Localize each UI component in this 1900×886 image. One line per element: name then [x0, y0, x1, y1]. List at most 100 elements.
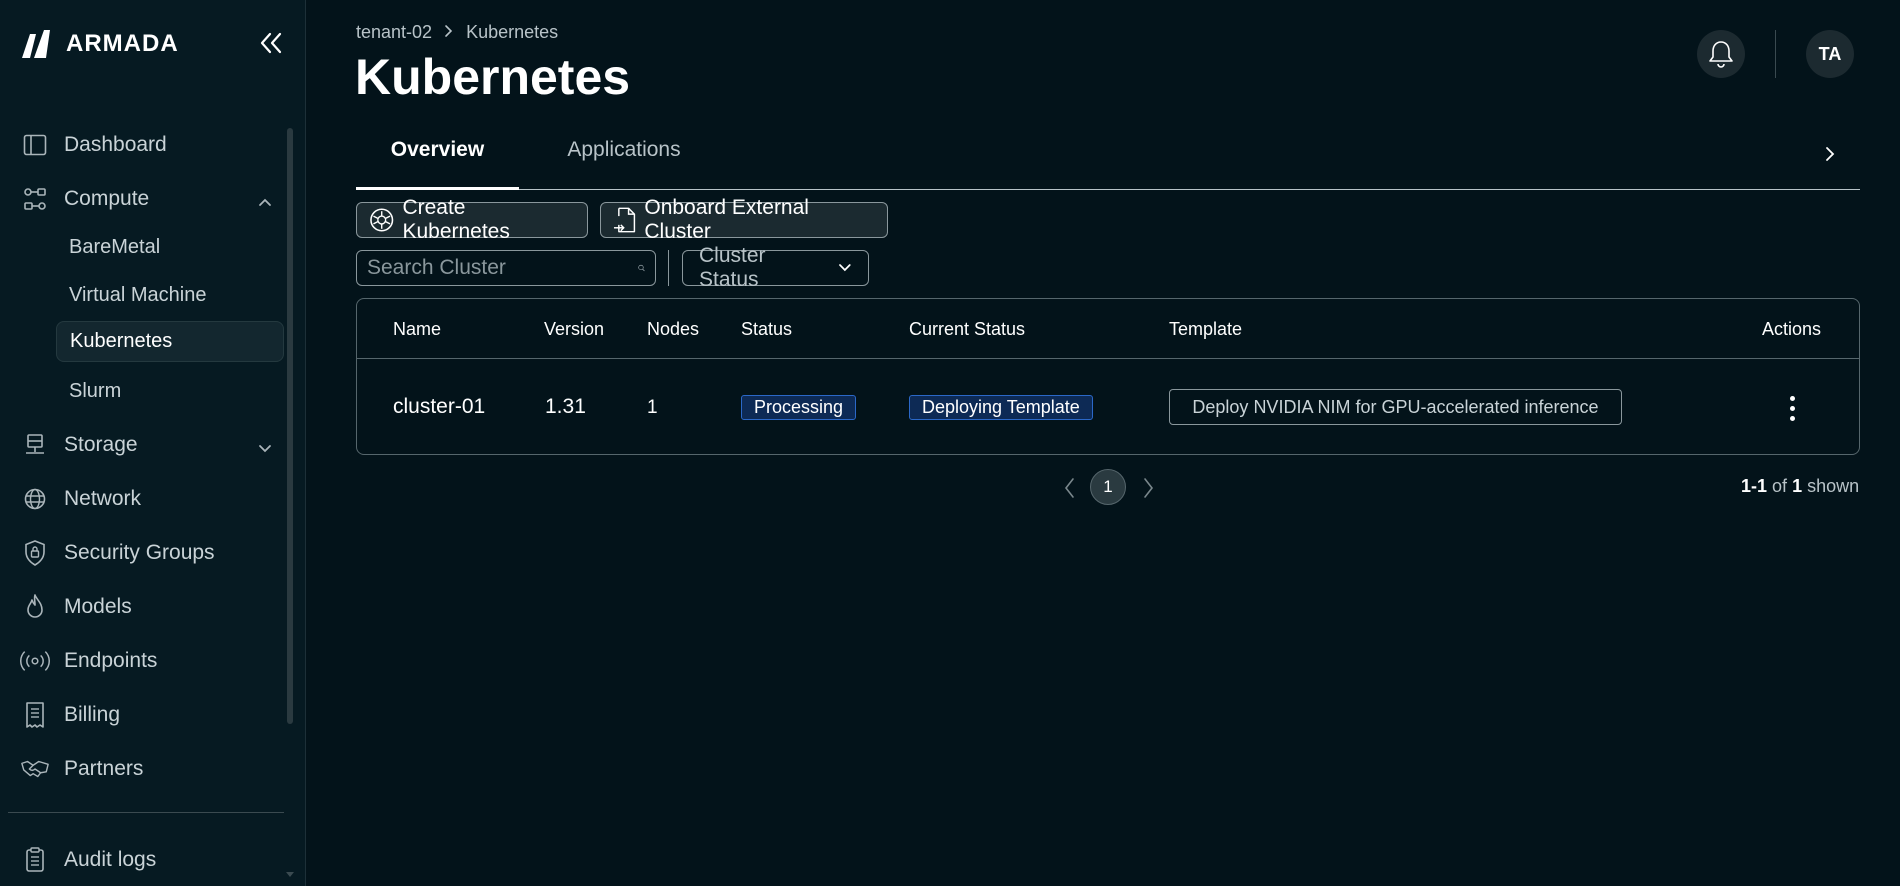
template-tag[interactable]: Deploy NVIDIA NIM for GPU-accelerated in…: [1169, 389, 1622, 425]
search-cluster-field[interactable]: [356, 250, 656, 286]
onboard-external-cluster-button[interactable]: Onboard External Cluster: [600, 196, 888, 243]
cluster-nodes: 1: [647, 397, 658, 418]
search-icon: [638, 264, 645, 272]
sidebar-item-label: Dashboard: [64, 133, 167, 156]
kebab-dot: [1789, 415, 1795, 421]
sidebar: ARMADA Dashboard Compute BareMetal Virtu…: [0, 0, 306, 886]
sidebar-item-compute[interactable]: Compute: [20, 179, 282, 219]
header-divider: [1775, 30, 1776, 78]
breadcrumb-tenant-link[interactable]: tenant-02: [356, 22, 432, 43]
pagination-summary: 1-1 of 1 shown: [1741, 476, 1859, 497]
clusters-table: Name Version Nodes Status Current Status…: [356, 298, 1860, 455]
sidebar-item-label: BareMetal: [69, 235, 161, 258]
sidebar-item-label: Kubernetes: [70, 330, 173, 352]
sidebar-item-partners[interactable]: Partners: [20, 749, 282, 789]
sidebar-item-baremetal[interactable]: BareMetal: [56, 228, 284, 266]
status-badge: Processing: [741, 395, 857, 420]
onboard-external-cluster-label: Onboard External Cluster: [644, 196, 809, 243]
sidebar-item-endpoints[interactable]: Endpoints: [20, 641, 282, 681]
table-header-divider: [357, 358, 1859, 359]
pagination-range: 1-1: [1741, 476, 1768, 496]
sidebar-item-label: Storage: [64, 433, 138, 456]
sidebar-item-billing[interactable]: Billing: [20, 695, 282, 735]
sidebar-item-label: Security Groups: [64, 541, 215, 564]
row-actions-menu-button[interactable]: [1777, 391, 1807, 425]
breadcrumb-current: Kubernetes: [466, 22, 559, 42]
clipboard-list-icon: [20, 845, 50, 875]
pagination-page-button[interactable]: 1: [1090, 469, 1126, 505]
kebab-dot: [1789, 395, 1795, 401]
chevron-right-icon: [444, 22, 454, 43]
sidebar-scrollbar[interactable]: [287, 128, 293, 724]
column-header-name[interactable]: Name: [393, 319, 441, 340]
column-header-status[interactable]: Status: [741, 319, 792, 340]
column-header-actions: Actions: [1762, 319, 1822, 339]
brand-name: ARMADA: [66, 30, 179, 57]
sidebar-item-label: Endpoints: [64, 649, 158, 672]
shield-lock-icon: [20, 538, 50, 568]
chevron-right-icon: [1826, 147, 1835, 161]
pagination-total: 1: [1792, 476, 1803, 496]
cluster-name[interactable]: cluster-01: [393, 395, 485, 419]
user-avatar[interactable]: TA: [1806, 30, 1854, 78]
search-input[interactable]: [367, 256, 638, 280]
cluster-version: 1.31: [545, 395, 586, 418]
kebab-dot: [1789, 405, 1795, 411]
sidebar-item-label: Audit logs: [64, 848, 157, 871]
breadcrumb: tenant-02 Kubernetes: [356, 22, 558, 43]
storage-server-icon: [20, 430, 50, 460]
create-kubernetes-label: Create Kubernetes: [402, 196, 510, 243]
sidebar-item-label: Slurm: [69, 379, 122, 402]
globe-icon: [20, 484, 50, 514]
receipt-icon: [20, 700, 50, 730]
sidebar-item-kubernetes[interactable]: Kubernetes: [56, 321, 284, 362]
chevron-right-icon: [1144, 478, 1154, 498]
double-chevron-left-icon: [260, 32, 282, 54]
sidebar-item-slurm[interactable]: Slurm: [56, 372, 284, 410]
column-header-version[interactable]: Version: [544, 319, 604, 340]
notifications-button[interactable]: [1697, 30, 1745, 78]
sidebar-item-virtual-machine[interactable]: Virtual Machine: [56, 276, 284, 314]
flame-icon: [20, 592, 50, 622]
chevron-up-icon: [258, 189, 272, 213]
sidebar-item-audit-logs[interactable]: Audit logs: [20, 840, 282, 880]
pagination-shown-label: shown: [1807, 476, 1860, 496]
cluster-status-filter-label: Cluster Status: [699, 244, 766, 291]
handshake-icon: [20, 754, 50, 784]
sidebar-item-label: Partners: [64, 757, 144, 780]
pagination-prev-button[interactable]: [1058, 474, 1082, 502]
column-header-current-status[interactable]: Current Status: [909, 319, 1025, 340]
tab-applications[interactable]: Applications: [539, 128, 709, 189]
tabs-scroll-right-button[interactable]: [1818, 142, 1842, 166]
sidebar-item-network[interactable]: Network: [20, 479, 282, 519]
compute-nodes-icon: [20, 184, 50, 214]
sidebar-item-dashboard[interactable]: Dashboard: [20, 125, 282, 165]
pagination-next-button[interactable]: [1136, 474, 1160, 502]
toolbar-divider: [668, 250, 669, 286]
sidebar-item-models[interactable]: Models: [20, 587, 282, 627]
brand-logo[interactable]: ARMADA: [20, 26, 179, 62]
sidebar-item-label: Models: [64, 595, 132, 618]
tab-overview[interactable]: Overview: [356, 128, 519, 190]
cluster-status-filter[interactable]: Cluster Status: [682, 244, 869, 291]
column-header-nodes[interactable]: Nodes: [647, 319, 699, 340]
collapse-sidebar-button[interactable]: [256, 28, 286, 58]
sidebar-item-storage[interactable]: Storage: [20, 425, 282, 465]
sidebar-item-label: Billing: [64, 703, 121, 726]
sidebar-item-security-groups[interactable]: Security Groups: [20, 533, 282, 573]
sidebar-item-label: Network: [64, 487, 142, 510]
create-kubernetes-button[interactable]: Create Kubernetes: [356, 196, 588, 243]
page-title: Kubernetes: [355, 49, 631, 105]
chevron-left-icon: [1064, 478, 1074, 498]
chevron-down-icon: [258, 435, 272, 459]
armada-logo-icon: [22, 30, 50, 58]
file-import-icon: [613, 207, 636, 233]
column-header-template[interactable]: Template: [1169, 319, 1242, 340]
sidebar-item-label: Virtual Machine: [69, 283, 207, 306]
scroll-down-arrow-icon[interactable]: [286, 872, 294, 877]
current-status-badge: Deploying Template: [909, 395, 1093, 420]
kubernetes-helm-icon: [370, 208, 394, 232]
sidebar-item-label: Compute: [64, 187, 150, 210]
pagination-of-label: of: [1772, 476, 1788, 496]
bell-icon: [1709, 41, 1733, 68]
